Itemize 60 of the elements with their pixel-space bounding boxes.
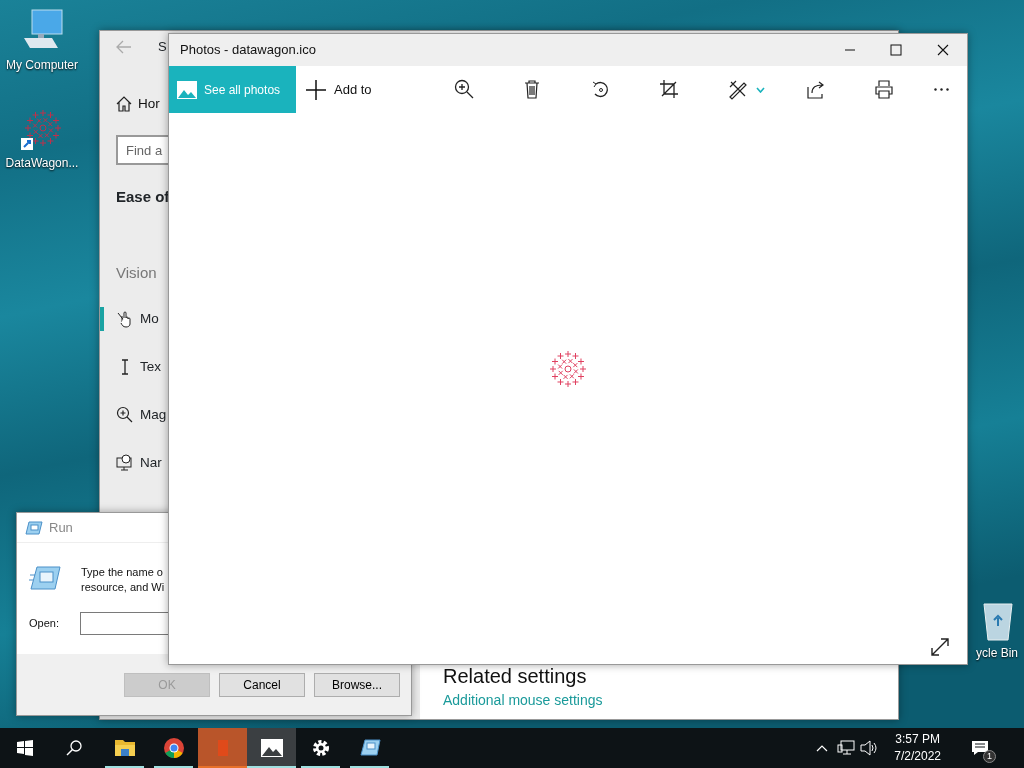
rotate-icon xyxy=(590,79,611,100)
more-icon xyxy=(934,88,950,91)
message-icon xyxy=(970,740,989,756)
share-icon xyxy=(805,79,826,100)
zoom-icon xyxy=(116,406,134,424)
date-text: 7/2/2022 xyxy=(894,748,941,765)
add-to-button[interactable]: Add to xyxy=(296,66,382,113)
monitor-icon xyxy=(116,454,134,472)
nav-item[interactable]: Mag xyxy=(116,391,167,439)
time-text: 3:57 PM xyxy=(894,731,941,748)
speaker-icon xyxy=(860,740,879,756)
icon-label: DataWagon... xyxy=(5,155,79,172)
window-title: Photos - datawagon.ico xyxy=(180,41,317,60)
clock[interactable]: 3:57 PM 7/2/2022 xyxy=(886,731,949,765)
run-icon xyxy=(358,737,381,759)
notification-badge: 1 xyxy=(983,750,996,763)
dialog-button[interactable]: Browse... xyxy=(314,672,400,697)
zoom-in-icon xyxy=(453,79,474,100)
description-text: Type the name o xyxy=(81,565,164,580)
run-icon xyxy=(29,565,61,591)
field-label: Open: xyxy=(29,616,60,631)
nav-item[interactable]: Mo xyxy=(116,295,159,343)
close-icon xyxy=(936,44,950,56)
nav-item[interactable]: Tex xyxy=(116,343,161,391)
icon-label: My Computer xyxy=(6,57,78,74)
description-text: resource, and Wi xyxy=(81,580,165,595)
home-icon xyxy=(116,96,132,112)
settings-link[interactable]: Additional mouse settings xyxy=(443,689,898,711)
folder-icon xyxy=(113,737,136,759)
caret-up-icon xyxy=(816,744,829,752)
home-nav-item[interactable]: Hor xyxy=(116,88,160,120)
dialog-button[interactable]: Cancel xyxy=(219,672,305,697)
plus-icon xyxy=(306,79,326,100)
search-icon xyxy=(65,740,82,756)
section-heading: Ease of xyxy=(116,187,171,207)
run-icon xyxy=(25,520,43,535)
windows-icon xyxy=(16,740,33,756)
crop-icon xyxy=(658,79,679,100)
edit-icon xyxy=(728,79,749,100)
ornament-image xyxy=(548,348,588,389)
search-field[interactable]: Find a xyxy=(116,135,170,165)
taskbar-app-button[interactable] xyxy=(247,728,296,768)
hand-pointer-icon xyxy=(116,310,134,328)
browser-icon xyxy=(162,737,185,759)
window-title: Run xyxy=(49,518,73,537)
image-icon xyxy=(177,80,197,99)
group-label: Vision xyxy=(116,263,158,283)
section-heading: Related settings xyxy=(443,664,588,689)
text-cursor-icon xyxy=(121,359,129,375)
expand-icon xyxy=(930,637,950,657)
print-icon xyxy=(873,79,894,100)
maximize-icon xyxy=(889,44,903,56)
notifications-button[interactable]: 1 xyxy=(955,728,1004,768)
caret-icon xyxy=(756,86,766,93)
window-title: S xyxy=(158,38,167,57)
network-icon xyxy=(837,740,856,756)
nav-item[interactable]: Nar xyxy=(116,439,162,487)
image-icon xyxy=(260,737,283,759)
open-field[interactable] xyxy=(80,612,169,635)
icon-label: ycle Bin xyxy=(975,645,1018,662)
